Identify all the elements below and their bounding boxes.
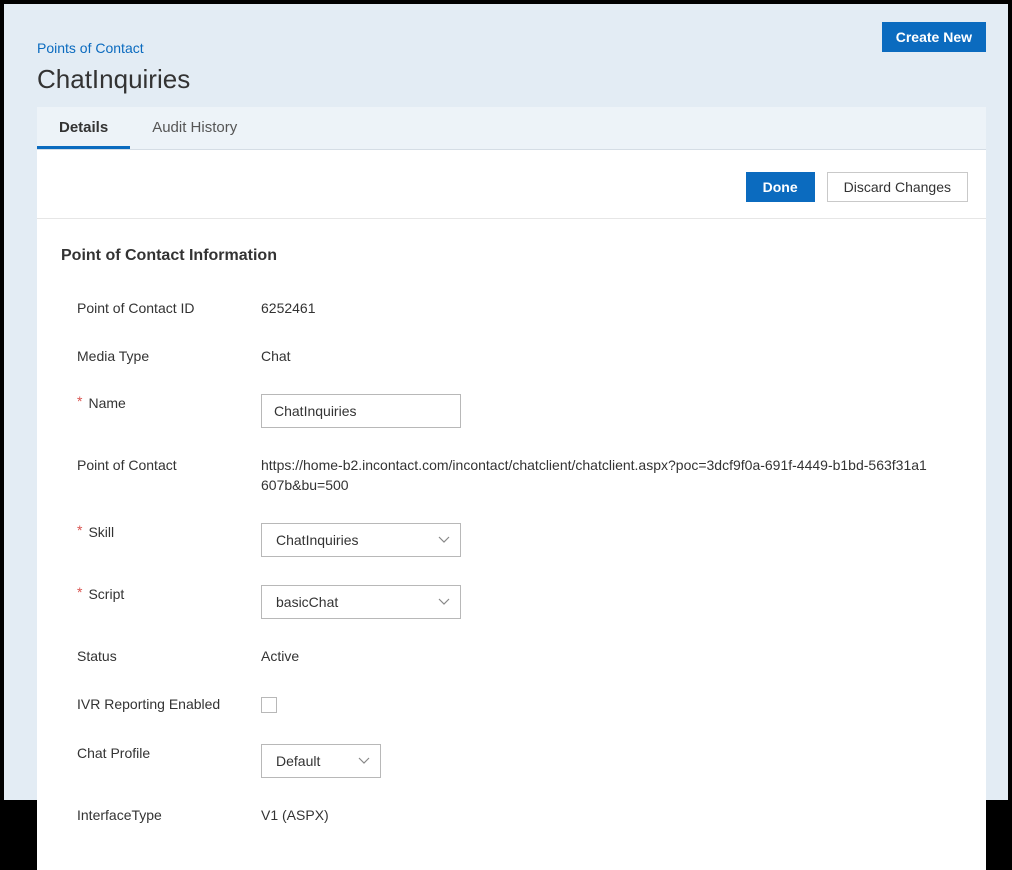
create-new-button[interactable]: Create New [882,22,986,52]
skill-select-value: ChatInquiries [276,532,359,548]
label-name: Name [88,394,125,412]
row-poc-id: Point of Contact ID 6252461 [61,285,962,333]
row-poc: Point of Contact https://home-b2.inconta… [61,442,962,509]
row-interface-type: InterfaceType V1 (ASPX) [61,792,962,840]
required-mark: * [77,394,82,408]
header-area: Create New Points of Contact ChatInquiri… [4,4,1008,107]
ivr-checkbox[interactable] [261,697,277,713]
name-input[interactable] [261,394,461,428]
skill-select[interactable]: ChatInquiries [261,523,461,557]
breadcrumb-link[interactable]: Points of Contact [4,4,1008,56]
required-mark: * [77,585,82,599]
chat-profile-select[interactable]: Default [261,744,381,778]
value-status: Active [261,648,299,664]
value-media-type: Chat [261,348,291,364]
label-media-type: Media Type [77,347,149,365]
required-mark: * [77,523,82,537]
row-skill: * Skill ChatInquiries [61,509,962,571]
chevron-down-icon [438,536,450,544]
label-chat-profile: Chat Profile [77,744,150,762]
action-bar: Done Discard Changes [37,150,986,219]
page-title: ChatInquiries [4,56,1008,107]
content-panel: Done Discard Changes Point of Contact In… [37,150,986,870]
tab-bar: Details Audit History [37,107,986,150]
row-media-type: Media Type Chat [61,333,962,381]
row-chat-profile: Chat Profile Default [61,730,962,792]
label-skill: Skill [88,523,114,541]
row-ivr: IVR Reporting Enabled [61,681,962,730]
row-script: * Script basicChat [61,571,962,633]
script-select-value: basicChat [276,594,338,610]
label-poc-id: Point of Contact ID [77,299,195,317]
label-script: Script [88,585,124,603]
label-poc: Point of Contact [77,456,177,474]
done-button[interactable]: Done [746,172,815,202]
label-ivr: IVR Reporting Enabled [77,695,220,713]
tab-audit-history[interactable]: Audit History [130,107,259,149]
discard-button[interactable]: Discard Changes [827,172,968,202]
row-name: * Name [61,380,962,442]
chat-profile-select-value: Default [276,753,320,769]
value-interface-type: V1 (ASPX) [261,807,329,823]
tab-details[interactable]: Details [37,107,130,149]
chevron-down-icon [358,757,370,765]
script-select[interactable]: basicChat [261,585,461,619]
section-title: Point of Contact Information [37,219,986,277]
value-poc: https://home-b2.incontact.com/incontact/… [261,457,927,493]
label-status: Status [77,647,117,665]
app-frame: Create New Points of Contact ChatInquiri… [4,4,1008,800]
form-rows: Point of Contact ID 6252461 Media Type C… [37,277,986,870]
value-poc-id: 6252461 [261,300,316,316]
row-status: Status Active [61,633,962,681]
chevron-down-icon [438,598,450,606]
label-interface-type: InterfaceType [77,806,162,824]
